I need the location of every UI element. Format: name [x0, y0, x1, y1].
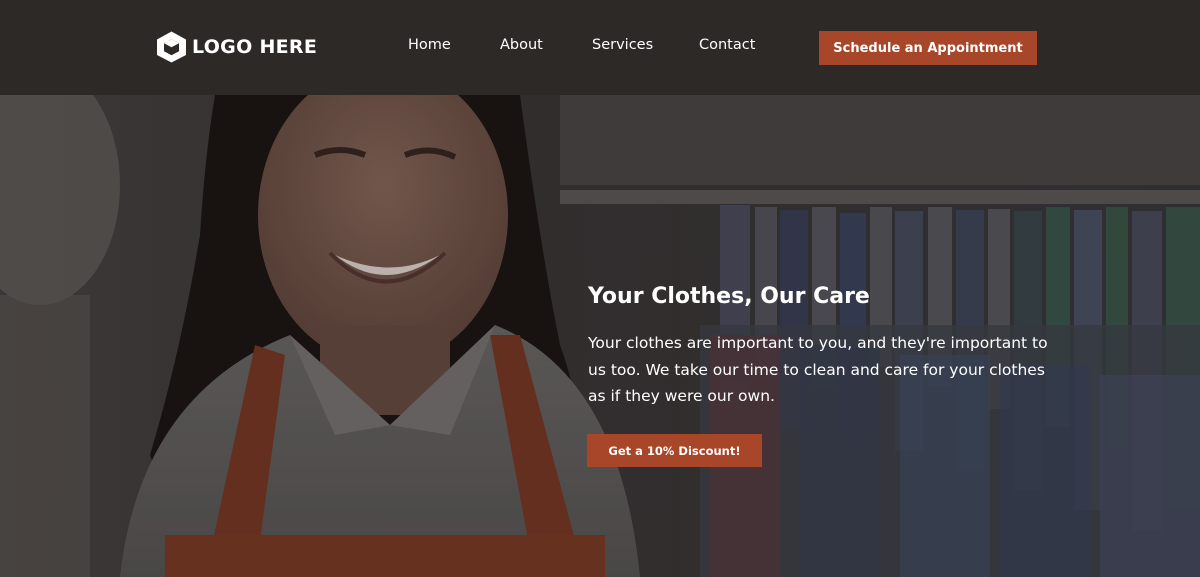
hero-section: Your Clothes, Our Care Your clothes are … [0, 95, 1200, 577]
hero-description: Your clothes are important to you, and t… [588, 334, 1048, 405]
top-navbar: LOGO HERE Home About Services Contact Sc… [0, 0, 1200, 95]
schedule-appointment-button[interactable]: Schedule an Appointment [819, 31, 1037, 65]
logo-text: LOGO HERE [192, 36, 318, 58]
nav-link-about[interactable]: About [500, 37, 543, 53]
hero-title: Your Clothes, Our Care [588, 284, 870, 309]
hexagon-logo-icon [155, 30, 188, 64]
nav-link-contact[interactable]: Contact [699, 37, 755, 53]
get-discount-button[interactable]: Get a 10% Discount! [587, 434, 762, 467]
nav-link-home[interactable]: Home [408, 37, 451, 53]
nav-link-services[interactable]: Services [592, 37, 653, 53]
logo[interactable]: LOGO HERE [155, 30, 317, 64]
